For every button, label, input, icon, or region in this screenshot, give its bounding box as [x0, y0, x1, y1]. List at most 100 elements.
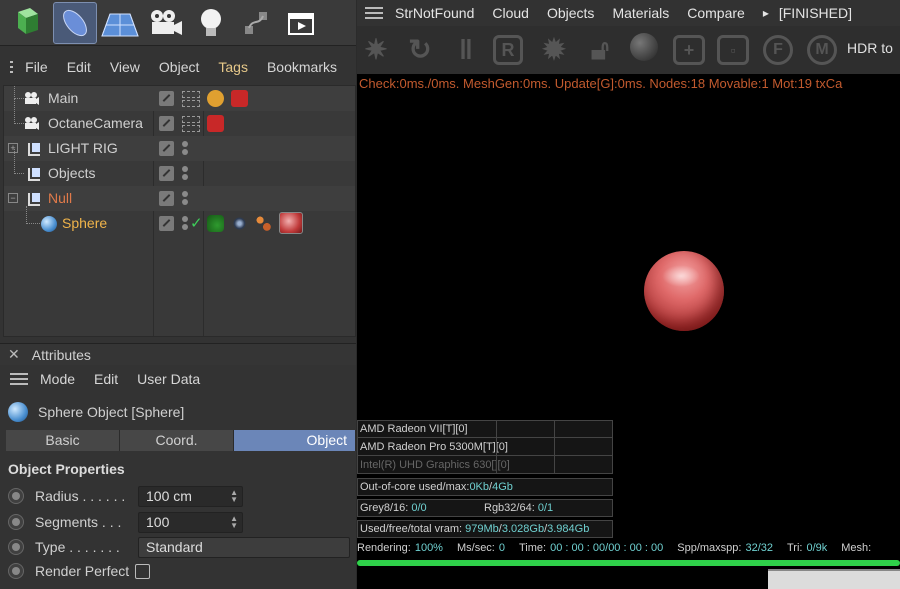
edit-toggle-button[interactable]	[159, 141, 174, 156]
pen-tool-button[interactable]	[53, 2, 97, 44]
cube-icon	[18, 8, 38, 34]
render-view-button[interactable]	[279, 2, 323, 44]
object-row-light-rig[interactable]: + LIGHT RIG	[4, 136, 355, 161]
menu-edit[interactable]: Edit	[94, 371, 118, 387]
stepper-icon[interactable]: ▲ ▼	[230, 514, 238, 529]
attributes-header: ✕ Attributes	[0, 343, 356, 365]
add-frame-icon[interactable]: +	[673, 35, 705, 65]
rgb-value: 0/1	[537, 502, 554, 514]
visibility-dots[interactable]	[182, 115, 200, 132]
pause-icon[interactable]: ‖	[449, 33, 483, 67]
hamburger-icon[interactable]	[10, 373, 28, 385]
menu-view[interactable]: View	[110, 59, 140, 75]
grey-value: 0/0	[411, 502, 427, 514]
menu-materials[interactable]: Materials	[612, 5, 669, 21]
prop-segments: Segments . . . 100 ▲ ▼	[8, 511, 356, 533]
film-region-icon[interactable]: ▫	[717, 35, 749, 65]
octane-camera-tag-icon[interactable]	[231, 90, 248, 107]
animate-radio-icon[interactable]	[8, 488, 24, 504]
edit-toggle-button[interactable]	[159, 91, 174, 106]
menu-strnotfound[interactable]: StrNotFound	[395, 5, 474, 21]
radius-input[interactable]: 100 cm ▲ ▼	[138, 485, 243, 507]
tab-basic[interactable]: Basic	[6, 430, 120, 451]
menu-objects[interactable]: Objects	[547, 5, 594, 21]
focus-pick-icon[interactable]: F	[763, 35, 793, 65]
spline-tool-button[interactable]	[234, 2, 278, 44]
menu-file[interactable]: File	[25, 59, 48, 75]
edit-toggle-button[interactable]	[159, 116, 174, 131]
object-row-main[interactable]: Main	[4, 86, 355, 111]
edit-toggle-button[interactable]	[159, 191, 174, 206]
settings-gear-icon[interactable]: ✹	[537, 33, 571, 67]
vram-free: 3.028Gb	[501, 523, 545, 535]
grid-floor-icon	[101, 13, 139, 37]
type-select[interactable]: Standard	[138, 536, 350, 558]
render-viewer-toolbar: ✷ ↻ ‖ R ✹ 🔓︎ + ▫ F M HDR to	[357, 26, 900, 74]
octane-camera-tag-icon[interactable]	[207, 115, 224, 132]
phong-tag-icon[interactable]	[233, 217, 246, 230]
visibility-dots[interactable]	[182, 190, 190, 207]
menu-more-arrow-icon[interactable]: ▸	[763, 6, 769, 20]
object-row-null[interactable]: − Null	[4, 186, 355, 211]
visibility-dots[interactable]	[182, 165, 190, 182]
menu-user-data[interactable]: User Data	[137, 371, 200, 387]
menu-compare[interactable]: Compare	[687, 5, 745, 21]
tab-coord[interactable]: Coord.	[120, 430, 234, 451]
visibility-dots[interactable]	[182, 90, 200, 107]
region-icon[interactable]: R	[493, 35, 523, 65]
tab-object[interactable]: Object	[234, 430, 356, 451]
edit-toggle-button[interactable]	[159, 216, 174, 231]
render-state: [FINISHED]	[778, 5, 852, 21]
menu-object[interactable]: Object	[159, 59, 199, 75]
protection-tag-icon[interactable]	[207, 90, 224, 107]
type-value: Standard	[146, 538, 203, 555]
menu-edit[interactable]: Edit	[67, 59, 91, 75]
vram-info: Used/free/total vram: 979Mb/3.028Gb/3.98…	[357, 520, 613, 538]
send-scene-icon[interactable]: ✷	[359, 33, 393, 67]
ooc-max: 4Gb	[492, 481, 513, 493]
hamburger-icon[interactable]	[365, 7, 383, 19]
material-tag-icon[interactable]	[279, 212, 303, 234]
out-of-core-info: Out-of-core used/max: 0Kb / 4Gb	[357, 478, 613, 496]
tree-line	[26, 206, 40, 224]
menu-cloud[interactable]: Cloud	[492, 5, 529, 21]
animate-radio-icon[interactable]	[8, 563, 24, 579]
hamburger-icon[interactable]	[10, 61, 14, 73]
visibility-dots[interactable]	[182, 140, 190, 157]
stepper-icon[interactable]: ▲ ▼	[230, 488, 238, 503]
material-pick-icon[interactable]: M	[807, 35, 837, 65]
edit-toggle-button[interactable]	[159, 166, 174, 181]
menu-mode[interactable]: Mode	[40, 371, 75, 387]
material-ball-icon[interactable]	[627, 33, 661, 67]
enabled-check-icon[interactable]: ✓	[190, 214, 203, 232]
object-row-objects[interactable]: Objects	[4, 149, 355, 186]
object-row-octanecamera[interactable]: OctaneCamera	[4, 99, 355, 136]
object-name: Sphere	[62, 215, 108, 231]
hdr-dropdown[interactable]: HDR to	[847, 40, 893, 56]
cube-tool-button[interactable]	[3, 2, 47, 44]
animate-radio-icon[interactable]	[8, 514, 24, 530]
object-row-sphere[interactable]: Sphere ✓	[4, 206, 355, 236]
visibility-dots[interactable]	[182, 215, 190, 232]
floor-tool-button[interactable]	[98, 2, 142, 44]
octane-object-tag-icon[interactable]	[207, 215, 224, 232]
menu-bookmarks[interactable]: Bookmarks	[267, 59, 337, 75]
texture-tag-icon[interactable]	[255, 215, 272, 232]
render-perfect-checkbox[interactable]	[135, 563, 151, 579]
segments-input[interactable]: 100 ▲ ▼	[138, 511, 243, 533]
camera-icon	[25, 92, 39, 105]
render-viewer-menu: StrNotFound Cloud Objects Materials Comp…	[357, 0, 900, 26]
attributes-title: Attributes	[31, 346, 91, 363]
radius-value: 100 cm	[146, 487, 192, 504]
animate-radio-icon[interactable]	[8, 539, 24, 555]
menu-tags[interactable]: Tags	[218, 59, 248, 75]
light-tool-button[interactable]	[189, 2, 233, 44]
camera-tool-button[interactable]	[144, 2, 188, 44]
spp-value: 32/32	[745, 542, 773, 554]
restart-icon[interactable]: ↻	[403, 33, 437, 67]
prop-label: Type . . . . . . .	[35, 539, 120, 555]
close-icon[interactable]: ✕	[8, 346, 20, 363]
lock-icon[interactable]: 🔓︎	[583, 33, 617, 67]
rgb-label: Rgb32/64:	[484, 502, 535, 514]
collapse-icon[interactable]: −	[8, 193, 18, 203]
